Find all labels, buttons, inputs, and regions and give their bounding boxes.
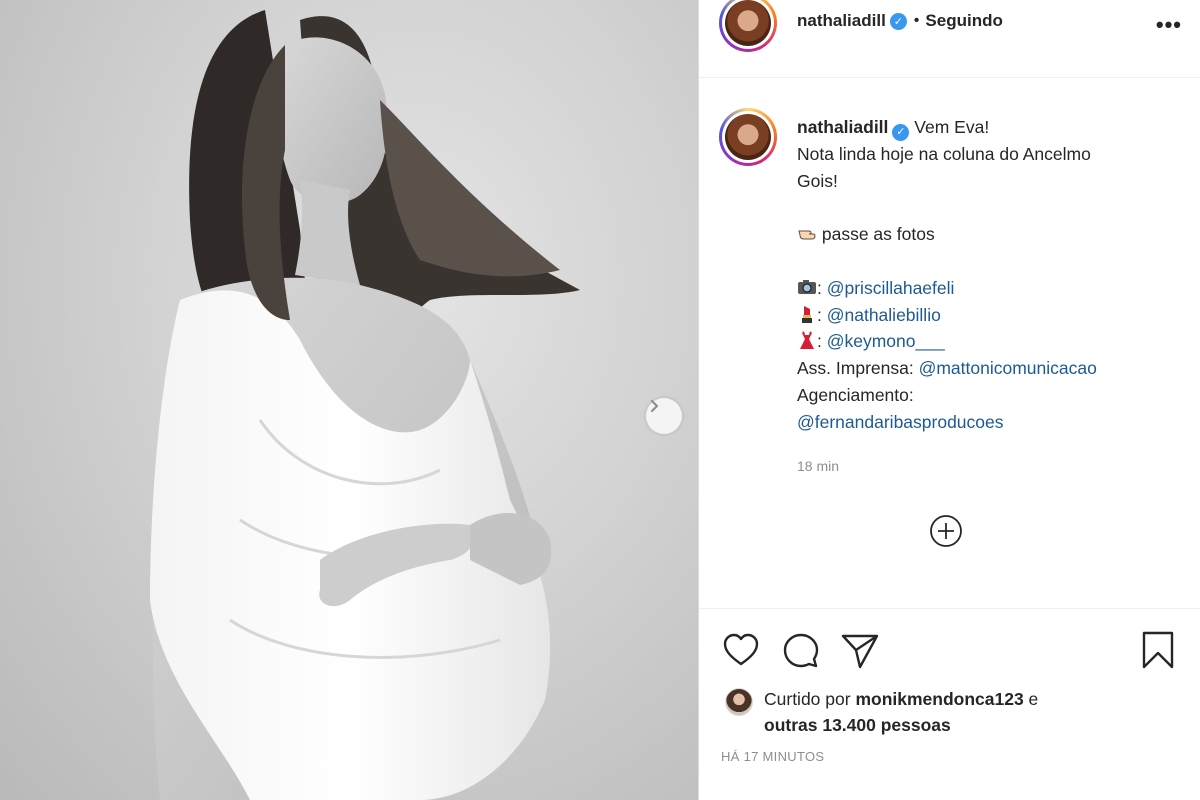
author-avatar[interactable] bbox=[719, 0, 777, 52]
caption-line-1: Vem Eva! bbox=[914, 117, 990, 137]
agency-label: Agenciamento: bbox=[797, 385, 914, 406]
post-header: nathaliadill ✓ • Seguindo ••• bbox=[699, 0, 1200, 78]
plus-circle-icon bbox=[930, 515, 962, 547]
comment-bubble-icon bbox=[783, 633, 819, 668]
clipped-comment-illustration bbox=[719, 594, 1189, 598]
following-button[interactable]: Seguindo bbox=[925, 11, 1002, 31]
caption-line-2: Nota linda hoje na coluna do Ancelmo bbox=[797, 143, 1091, 164]
likes-suffix: e bbox=[1023, 689, 1039, 709]
verified-badge-icon: ✓ bbox=[889, 12, 907, 30]
likes-text: Curtido por monikmendonca123 e outras 13… bbox=[764, 686, 1038, 738]
credit-prefix-3: : bbox=[817, 331, 827, 352]
bookmark-icon bbox=[1142, 631, 1174, 669]
save-button[interactable] bbox=[1141, 631, 1175, 674]
author-info: nathaliadill ✓ • Seguindo bbox=[797, 11, 1003, 31]
press-link[interactable]: @mattonicomunicacao bbox=[919, 358, 1097, 378]
liker-avatar[interactable] bbox=[725, 688, 753, 716]
likes-others-link[interactable]: outras 13.400 pessoas bbox=[764, 715, 951, 735]
verified-badge-icon: ✓ bbox=[892, 123, 910, 141]
credit-prefix-1: : bbox=[817, 277, 827, 298]
lipstick-icon bbox=[802, 305, 812, 323]
share-button[interactable] bbox=[841, 633, 879, 674]
agency-link[interactable]: @fernandaribasproducoes bbox=[797, 412, 1004, 432]
author-username[interactable]: nathaliadill bbox=[797, 11, 886, 31]
press-label: Ass. Imprensa: bbox=[797, 358, 919, 379]
credit-link-photographer[interactable]: @priscillahaefeli bbox=[827, 278, 955, 298]
caption-text: nathaliadill ✓ Vem Eva! Nota linda hoje n… bbox=[797, 114, 1177, 436]
caption-time: 18 min bbox=[797, 458, 840, 474]
heart-icon bbox=[723, 633, 759, 666]
liker-username[interactable]: monikmendonca123 bbox=[855, 689, 1023, 709]
likes-prefix: Curtido por bbox=[764, 689, 856, 709]
caption-username[interactable]: nathaliadill bbox=[797, 117, 888, 137]
load-more-comments-button[interactable] bbox=[929, 514, 963, 553]
next-comment-peek bbox=[719, 594, 1189, 598]
chevron-right-icon bbox=[650, 399, 659, 413]
credit-link-makeup[interactable]: @nathaliebillio bbox=[827, 305, 941, 325]
pointing-hand-icon bbox=[798, 230, 816, 240]
post-timestamp: HÁ 17 MINUTOS bbox=[721, 749, 825, 764]
more-options-button[interactable]: ••• bbox=[1156, 12, 1182, 38]
photo-illustration bbox=[150, 10, 580, 800]
comment-button[interactable] bbox=[783, 633, 819, 674]
caption-line-3: Gois! bbox=[797, 170, 838, 191]
paper-plane-icon bbox=[841, 634, 879, 669]
caption-section: nathaliadill ✓ Vem Eva! Nota linda hoje n… bbox=[699, 78, 1200, 598]
caption-author-avatar[interactable] bbox=[719, 108, 777, 166]
credit-link-styling[interactable]: @keymono___ bbox=[827, 331, 945, 351]
next-photo-button[interactable] bbox=[646, 398, 682, 434]
post-actions: Curtido por monikmendonca123 e outras 13… bbox=[699, 608, 1200, 800]
camera-icon bbox=[798, 279, 816, 294]
separator-dot: • bbox=[913, 12, 920, 29]
credit-prefix-2: : bbox=[817, 304, 827, 325]
pointer-text: passe as fotos bbox=[821, 224, 935, 245]
post-photo bbox=[0, 0, 698, 800]
dress-icon bbox=[800, 331, 814, 350]
likes-summary: Curtido por monikmendonca123 e outras 13… bbox=[725, 686, 1038, 738]
post-side-panel: nathaliadill ✓ • Seguindo ••• nathaliadi… bbox=[699, 0, 1200, 800]
like-button[interactable] bbox=[723, 633, 759, 672]
